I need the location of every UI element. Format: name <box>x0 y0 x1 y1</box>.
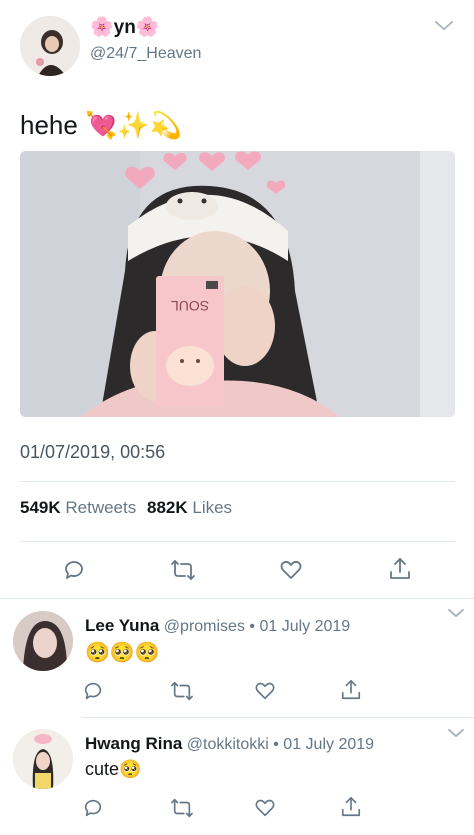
comment-icon[interactable] <box>82 680 104 702</box>
divider <box>82 717 474 718</box>
author-display-name[interactable]: 🌸yn🌸 <box>90 16 160 40</box>
reply-author-handle[interactable]: @promises <box>164 618 245 635</box>
tweet-photo[interactable]: SOUL <box>20 151 455 417</box>
author-avatar[interactable] <box>20 16 80 76</box>
likes-count: 882K <box>146 498 188 517</box>
reply-avatar[interactable] <box>13 611 73 671</box>
retweet-icon[interactable] <box>170 558 196 582</box>
reply-avatar[interactable] <box>13 729 73 789</box>
retweet-icon[interactable] <box>170 680 194 702</box>
chevron-down-icon[interactable] <box>447 728 465 738</box>
divider <box>0 598 474 599</box>
tweet-text: hehe 💘✨💫 <box>20 110 183 140</box>
author-handle[interactable]: @24/7_Heaven <box>90 44 201 64</box>
retweets-label: Retweets <box>65 498 137 517</box>
divider <box>20 541 455 542</box>
reply-date: • 01 July 2019 <box>273 736 375 753</box>
reply-text: cute🥺 <box>85 759 142 779</box>
reply-header: Hwang Rina @tokkitokki • 01 July 2019 <box>85 734 374 755</box>
heart-icon[interactable] <box>254 797 276 819</box>
reply-author-name[interactable]: Hwang Rina <box>85 734 182 753</box>
divider <box>20 481 455 482</box>
likes-stat[interactable]: 882K Likes <box>147 498 232 517</box>
heart-icon[interactable] <box>279 558 303 582</box>
reply-header: Lee Yuna @promises • 01 July 2019 <box>85 616 350 637</box>
retweets-stat[interactable]: 549K Retweets <box>20 498 141 517</box>
comment-icon[interactable] <box>82 797 104 819</box>
share-icon[interactable] <box>388 556 412 582</box>
share-icon[interactable] <box>340 795 362 819</box>
heart-icon[interactable] <box>254 680 276 702</box>
reply-author-name[interactable]: Lee Yuna <box>85 616 159 635</box>
share-icon[interactable] <box>340 678 362 702</box>
reply-date: • 01 July 2019 <box>249 618 351 635</box>
chevron-down-icon[interactable] <box>447 608 465 618</box>
chevron-down-icon[interactable] <box>434 20 454 32</box>
engagement-stats: 549K Retweets 882K Likes <box>20 497 232 519</box>
photo-product-label: SOUL <box>171 298 209 314</box>
retweets-count: 549K <box>20 498 61 517</box>
reply-author-handle[interactable]: @tokkitokki <box>187 736 269 753</box>
retweet-icon[interactable] <box>170 797 194 819</box>
likes-label: Likes <box>192 498 233 517</box>
reply-text: 🥺🥺🥺 <box>85 642 160 664</box>
tweet-timestamp: 01/07/2019, 00:56 <box>20 442 166 462</box>
comment-icon[interactable] <box>62 558 86 582</box>
